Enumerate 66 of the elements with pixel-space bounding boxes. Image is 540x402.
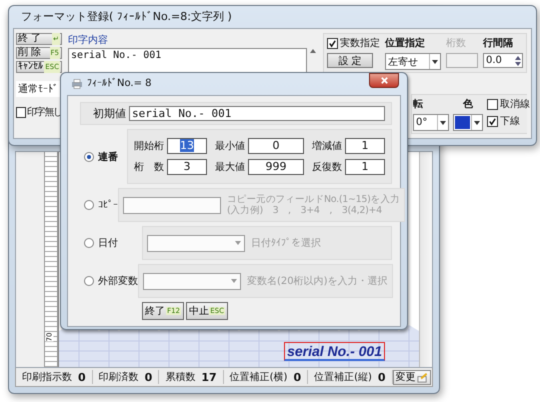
sequence-field[interactable]: 1	[345, 159, 385, 175]
real-number-checkbox[interactable]: 実数指定	[327, 36, 380, 50]
sequence-field[interactable]: 13	[167, 138, 207, 154]
caret-icon	[235, 240, 241, 244]
digits-label: 桁数	[446, 36, 467, 50]
set-button[interactable]: 設 定	[327, 53, 373, 68]
status-label: 印刷済数	[98, 370, 139, 384]
sequence-label: 開始桁	[134, 140, 164, 153]
rotation-label: 転	[413, 98, 424, 111]
copy-field[interactable]	[123, 196, 221, 214]
option-radio[interactable]: 連番	[76, 150, 127, 164]
hint-text: コピー元のフィールドNo.(1~15)を入力	[227, 194, 400, 205]
sequence-label: 反復数	[312, 161, 342, 174]
sequence-field[interactable]: 0	[248, 138, 304, 154]
spinner-arrows-icon[interactable]	[515, 54, 521, 66]
sequence-label: 最大値	[215, 160, 245, 174]
initial-value-label: 初期値	[93, 106, 126, 121]
printer-icon	[71, 79, 83, 89]
check-icon	[328, 38, 337, 48]
rotation-select[interactable]: 0°	[413, 114, 449, 131]
hint-text: 変数名(20桁以内)を入力・選択	[247, 274, 388, 288]
status-label: 位置補正(横)	[230, 370, 288, 384]
change-button[interactable]: 変更	[392, 370, 431, 384]
caret-icon	[231, 278, 237, 282]
status-value: 0	[78, 370, 86, 384]
scrollbar[interactable]	[419, 152, 432, 367]
sequence-label: 桁 数	[134, 160, 164, 174]
status-value: 0	[144, 370, 152, 384]
color-label: 色	[463, 98, 473, 111]
content-label: 印字内容	[68, 34, 109, 47]
status-value: 17	[201, 370, 217, 384]
sequence-field[interactable]: 1	[345, 138, 385, 154]
hint-text: 日付ﾀｲﾌﾟを選択	[251, 236, 321, 250]
canvas-text[interactable]: serial No.- 001	[284, 342, 385, 361]
sequence-label: 最小値	[215, 140, 245, 153]
option-radio[interactable]: 日付	[76, 236, 142, 250]
close-icon	[380, 76, 388, 85]
sequence-field[interactable]: 3	[167, 159, 207, 175]
check-icon	[488, 116, 497, 126]
mode-select[interactable]: 通常ﾓｰﾄﾞ	[16, 81, 62, 97]
option-radio[interactable]: ｺﾋﾟｰ	[76, 199, 118, 211]
position-label: 位置指定	[385, 36, 426, 50]
hint-text: (入力例) 3 , 3+4 , 3(4,2)+4	[227, 205, 383, 216]
status-label: 累積数	[165, 370, 196, 384]
strikethrough-checkbox[interactable]: 取消線	[487, 97, 530, 111]
pencil-icon	[416, 372, 428, 382]
option-select[interactable]	[143, 272, 241, 290]
status-value: 0	[378, 370, 386, 384]
sequence-field[interactable]: 999	[248, 159, 304, 175]
sequence-label: 増減値	[312, 140, 342, 153]
position-select[interactable]: 左寄せ	[385, 53, 441, 70]
color-select[interactable]	[453, 114, 483, 131]
underline-checkbox[interactable]: 下線	[487, 114, 530, 128]
initial-value-field[interactable]: serial No.- 001	[129, 106, 385, 121]
status-value: 0	[293, 370, 302, 384]
caret-icon	[474, 120, 480, 124]
window-title: フォーマット登録( ﾌｨｰﾙﾄﾞNo.=8:文字列 )	[20, 9, 233, 25]
status-label: 印刷指示数	[22, 370, 72, 384]
line-spacing-spinner[interactable]: 0.0	[483, 53, 523, 68]
option-radio[interactable]: 外部変数	[76, 274, 138, 288]
caret-icon	[432, 60, 438, 64]
close-button[interactable]	[369, 73, 399, 88]
option-select[interactable]	[147, 234, 245, 252]
line-spacing-label: 行間隔	[483, 36, 514, 50]
status-label: 位置補正(縦)	[314, 370, 372, 384]
caret-icon	[440, 120, 446, 124]
